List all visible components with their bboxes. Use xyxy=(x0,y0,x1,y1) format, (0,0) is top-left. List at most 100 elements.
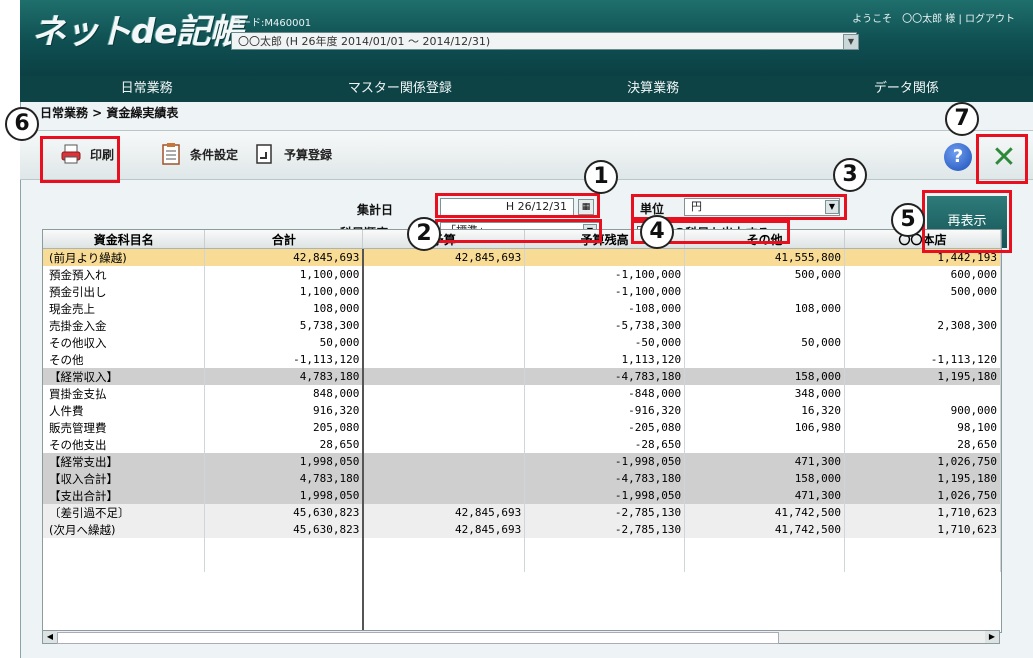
table-row[interactable]: 人件費 916,320 -916,320 16,320 900,000 xyxy=(43,402,1001,419)
user-welcome-logout[interactable]: ようこそ 〇〇太郎 様 | ログアウト xyxy=(852,10,1015,25)
table-row[interactable]: その他支出 28,650 -28,650 28,650 xyxy=(43,436,1001,453)
conditions-label: 条件設定 xyxy=(190,147,239,162)
account-name-cell: その他収入 xyxy=(43,334,206,351)
scroll-right-icon[interactable]: ▶ xyxy=(985,631,999,643)
amount-cell: 158,000 xyxy=(684,470,846,487)
document-arrow-icon xyxy=(256,144,272,164)
amount-cell: 1,195,180 xyxy=(844,368,1001,385)
annotation-box-redraw xyxy=(922,190,1012,253)
col-header-total[interactable]: 合計 xyxy=(204,230,364,249)
table-row[interactable]: (前月より繰越) 42,845,693 42,845,693 41,555,800 1,… xyxy=(43,248,1001,266)
amount-cell: -4,783,180 xyxy=(524,368,686,385)
amount-cell xyxy=(362,453,526,470)
table-row[interactable]: 【支出合計】 1,998,050 -1,998,050 471,300 1,026,75… xyxy=(43,487,1001,504)
amount-cell: 158,000 xyxy=(684,368,846,385)
callout-3: 3 xyxy=(833,158,867,192)
amount-cell: 108,000 xyxy=(204,300,364,317)
amount-cell xyxy=(684,283,846,300)
budget-register-button[interactable]: 予算登録 xyxy=(254,140,332,168)
amount-cell: 16,320 xyxy=(684,402,846,419)
callout-6: 6 xyxy=(5,107,39,141)
scroll-thumb[interactable] xyxy=(57,632,779,644)
amount-cell: 348,000 xyxy=(684,385,846,402)
amount-cell xyxy=(362,470,526,487)
amount-cell: 41,742,500 xyxy=(684,504,846,521)
amount-cell: 106,980 xyxy=(684,419,846,436)
amount-cell: 28,650 xyxy=(204,436,364,453)
customer-code: コード:M460001 xyxy=(231,18,312,29)
account-name-cell: 現金売上 xyxy=(43,300,206,317)
cashflow-grid: 資金科目名 合計 予算 予算残高 その他 〇〇本店 (前月より繰越) 42,845… xyxy=(43,230,1001,572)
amount-cell xyxy=(362,266,526,283)
amount-cell xyxy=(362,419,526,436)
amount-cell: 916,320 xyxy=(204,402,364,419)
amount-cell: 500,000 xyxy=(844,283,1001,300)
table-row[interactable]: 販売管理費 205,080 -205,080 106,980 98,100 xyxy=(43,419,1001,436)
menu-closing-work[interactable]: 決算業務 xyxy=(527,76,780,102)
annotation-box-print xyxy=(40,136,120,183)
callout-2: 2 xyxy=(407,217,441,251)
account-name-cell: (次月へ繰越) xyxy=(43,521,206,538)
table-row[interactable]: 【経常収入】 4,783,180 -4,783,180 158,000 1,195,18… xyxy=(43,368,1001,385)
amount-cell: -1,100,000 xyxy=(524,283,686,300)
table-row[interactable]: 売掛金入金 5,738,300 -5,738,300 2,308,300 xyxy=(43,317,1001,334)
amount-cell: 42,845,693 xyxy=(204,248,364,266)
empty-cell xyxy=(684,538,846,555)
amount-cell xyxy=(362,368,526,385)
empty-cell xyxy=(43,555,206,572)
account-name-cell: 預金預入れ xyxy=(43,266,206,283)
account-name-cell: その他支出 xyxy=(43,436,206,453)
app-logo: ネットde記帳 xyxy=(32,12,243,52)
amount-cell: 1,026,750 xyxy=(844,453,1001,470)
amount-cell: -1,100,000 xyxy=(524,266,686,283)
amount-cell: 600,000 xyxy=(844,266,1001,283)
table-row[interactable]: 【経常支出】 1,998,050 -1,998,050 471,300 1,026,75… xyxy=(43,453,1001,470)
amount-cell xyxy=(362,385,526,402)
account-name-cell: 預金引出し xyxy=(43,283,206,300)
amount-cell: -916,320 xyxy=(524,402,686,419)
help-icon[interactable]: ? xyxy=(944,143,972,171)
empty-cell xyxy=(684,555,846,572)
fiscal-period-select[interactable]: 〇〇太郎 (H 26年度 2014/01/01 ～ 2014/12/31) xyxy=(231,32,857,50)
table-row[interactable]: 預金引出し 1,100,000 -1,100,000 500,000 xyxy=(43,283,1001,300)
amount-cell: 4,783,180 xyxy=(204,470,364,487)
amount-cell: -5,738,300 xyxy=(524,317,686,334)
conditions-button[interactable]: 条件設定 xyxy=(160,140,238,168)
table-row[interactable]: 買掛金支払 848,000 -848,000 348,000 xyxy=(43,385,1001,402)
table-row[interactable]: その他収入 50,000 -50,000 50,000 xyxy=(43,334,1001,351)
amount-cell: -1,998,050 xyxy=(524,487,686,504)
amount-cell xyxy=(844,300,1001,317)
scroll-left-icon[interactable]: ◀ xyxy=(43,631,57,643)
budget-register-label: 予算登録 xyxy=(284,147,333,162)
amount-cell: 471,300 xyxy=(684,487,846,504)
amount-cell: 2,308,300 xyxy=(844,317,1001,334)
menu-daily-work[interactable]: 日常業務 xyxy=(20,76,273,102)
account-name-cell: 〔差引過不足〕 xyxy=(43,504,206,521)
amount-cell xyxy=(362,402,526,419)
col-header-account[interactable]: 資金科目名 xyxy=(43,230,206,249)
account-name-cell: その他 xyxy=(43,351,206,368)
amount-cell: 45,630,823 xyxy=(204,521,364,538)
amount-cell: 1,100,000 xyxy=(204,283,364,300)
table-row[interactable]: (次月へ繰越) 45,630,823 42,845,693 -2,785,130 41,… xyxy=(43,521,1001,538)
annotation-box-order xyxy=(435,219,602,243)
amount-cell: 98,100 xyxy=(844,419,1001,436)
menu-master-registration[interactable]: マスター関係登録 xyxy=(273,76,526,102)
amount-cell: 471,300 xyxy=(684,453,846,470)
table-row[interactable]: 現金売上 108,000 -108,000 108,000 xyxy=(43,300,1001,317)
chevron-down-icon[interactable]: ▼ xyxy=(843,34,859,50)
table-row[interactable]: 預金預入れ 1,100,000 -1,100,000 500,000 600,000 xyxy=(43,266,1001,283)
account-name-cell: 【支出合計】 xyxy=(43,487,206,504)
table-row[interactable]: 〔差引過不足〕 45,630,823 42,845,693 -2,785,130 41,… xyxy=(43,504,1001,521)
table-row[interactable]: その他 -1,113,120 1,113,120 -1,113,120 xyxy=(43,351,1001,368)
empty-cell xyxy=(524,555,686,572)
amount-cell xyxy=(524,248,686,266)
callout-7: 7 xyxy=(945,102,979,136)
amount-cell: 1,026,750 xyxy=(844,487,1001,504)
menu-data[interactable]: データ関係 xyxy=(780,76,1033,102)
table-row[interactable]: 【収入合計】 4,783,180 -4,783,180 158,000 1,195,18… xyxy=(43,470,1001,487)
amount-cell xyxy=(362,436,526,453)
amount-cell: 50,000 xyxy=(684,334,846,351)
account-name-cell: 【経常支出】 xyxy=(43,453,206,470)
horizontal-scrollbar[interactable]: ◀ ▶ xyxy=(42,630,1000,644)
